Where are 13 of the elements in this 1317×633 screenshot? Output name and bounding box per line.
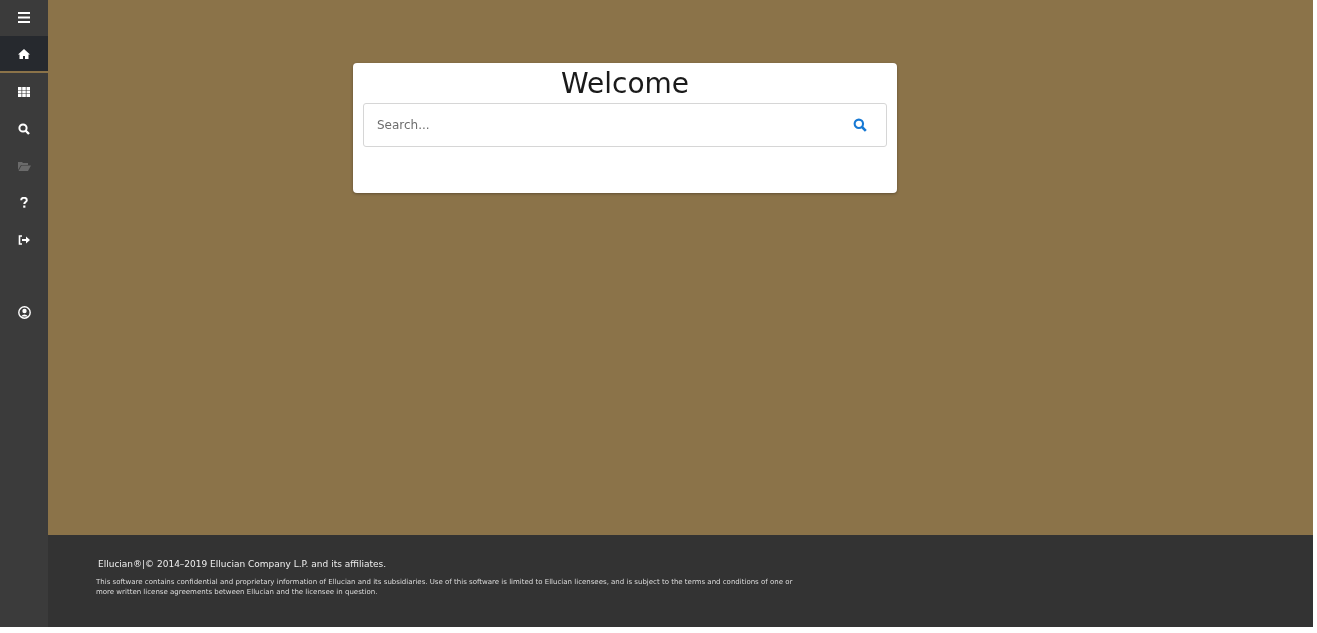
question-mark-icon	[20, 197, 28, 208]
sign-out-icon	[18, 234, 30, 245]
search-icon[interactable]	[853, 118, 867, 132]
search-field[interactable]: Search...	[363, 103, 887, 147]
home-icon	[18, 48, 30, 59]
user-icon	[17, 306, 31, 319]
sidebar-button[interactable]	[0, 36, 48, 73]
grid-icon	[18, 86, 30, 97]
search-icon	[18, 122, 30, 135]
copyright-text: Ellucian®|© 2014–2019 Ellucian Company L.P. and its affiliates.	[98, 559, 388, 569]
folder-icon	[17, 160, 31, 171]
welcome-title: Welcome	[559, 67, 691, 101]
menu-icon	[18, 12, 30, 23]
